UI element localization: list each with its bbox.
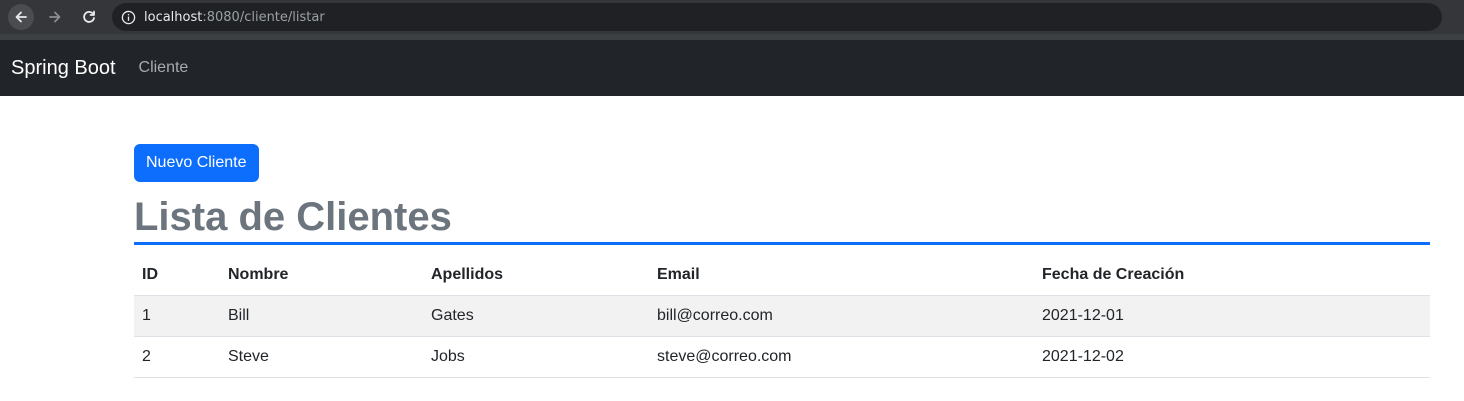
navbar-brand[interactable]: Spring Boot (11, 57, 116, 80)
cell-email: bill@correo.com (649, 295, 1034, 337)
cell-id: 1 (134, 295, 220, 337)
forward-button[interactable] (42, 4, 68, 30)
cell-nombre: Steve (220, 336, 423, 378)
table-row: 2 Steve Jobs steve@correo.com 2021-12-02 (134, 336, 1430, 378)
cell-email: steve@correo.com (649, 336, 1034, 378)
url-host: localhost (144, 9, 203, 25)
address-bar[interactable]: localhost:8080/cliente/listar (112, 3, 1442, 31)
back-arrow-icon (15, 11, 27, 23)
nav-link-cliente[interactable]: Cliente (139, 59, 189, 77)
cell-nombre: Bill (220, 295, 423, 337)
main-content: Nuevo Cliente Lista de Clientes ID Nombr… (134, 144, 1430, 378)
reload-icon (83, 10, 95, 23)
header-id: ID (134, 255, 220, 296)
new-client-button[interactable]: Nuevo Cliente (134, 144, 259, 182)
header-fecha: Fecha de Creación (1034, 255, 1430, 296)
cell-fecha: 2021-12-02 (1034, 336, 1430, 378)
cell-id: 2 (134, 336, 220, 378)
table-row: 1 Bill Gates bill@correo.com 2021-12-01 (134, 295, 1430, 337)
cell-fecha: 2021-12-01 (1034, 295, 1430, 337)
header-email: Email (649, 255, 1034, 296)
header-nombre: Nombre (220, 255, 423, 296)
table-header-row: ID Nombre Apellidos Email Fecha de Creac… (134, 255, 1430, 296)
browser-toolbar: localhost:8080/cliente/listar (0, 0, 1464, 34)
cell-apellidos: Jobs (423, 336, 649, 378)
back-button[interactable] (8, 4, 34, 30)
navbar: Spring Boot Cliente (0, 40, 1464, 96)
info-icon[interactable] (120, 9, 136, 25)
page-title: Lista de Clientes (134, 192, 1430, 245)
forward-arrow-icon (49, 11, 61, 23)
url-path: :8080/cliente/listar (202, 9, 325, 25)
cell-apellidos: Gates (423, 295, 649, 337)
reload-button[interactable] (76, 4, 102, 30)
header-apellidos: Apellidos (423, 255, 649, 296)
clients-table: ID Nombre Apellidos Email Fecha de Creac… (134, 255, 1430, 378)
